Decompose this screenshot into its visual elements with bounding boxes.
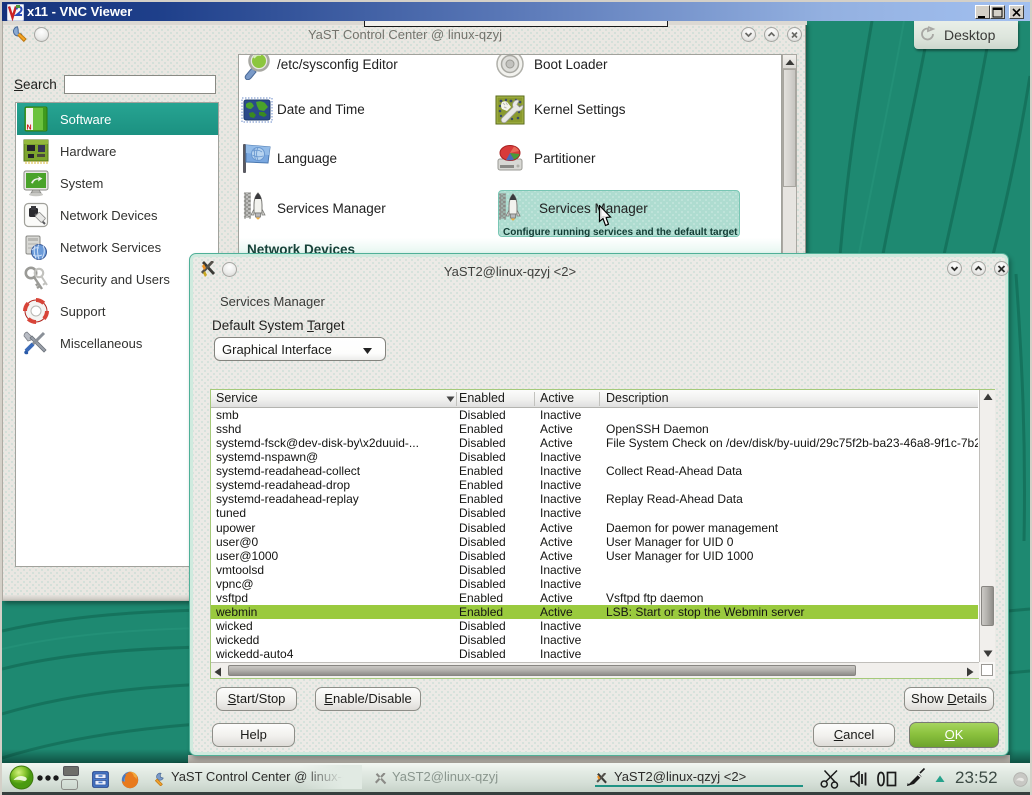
svg-text:N: N	[27, 125, 32, 132]
